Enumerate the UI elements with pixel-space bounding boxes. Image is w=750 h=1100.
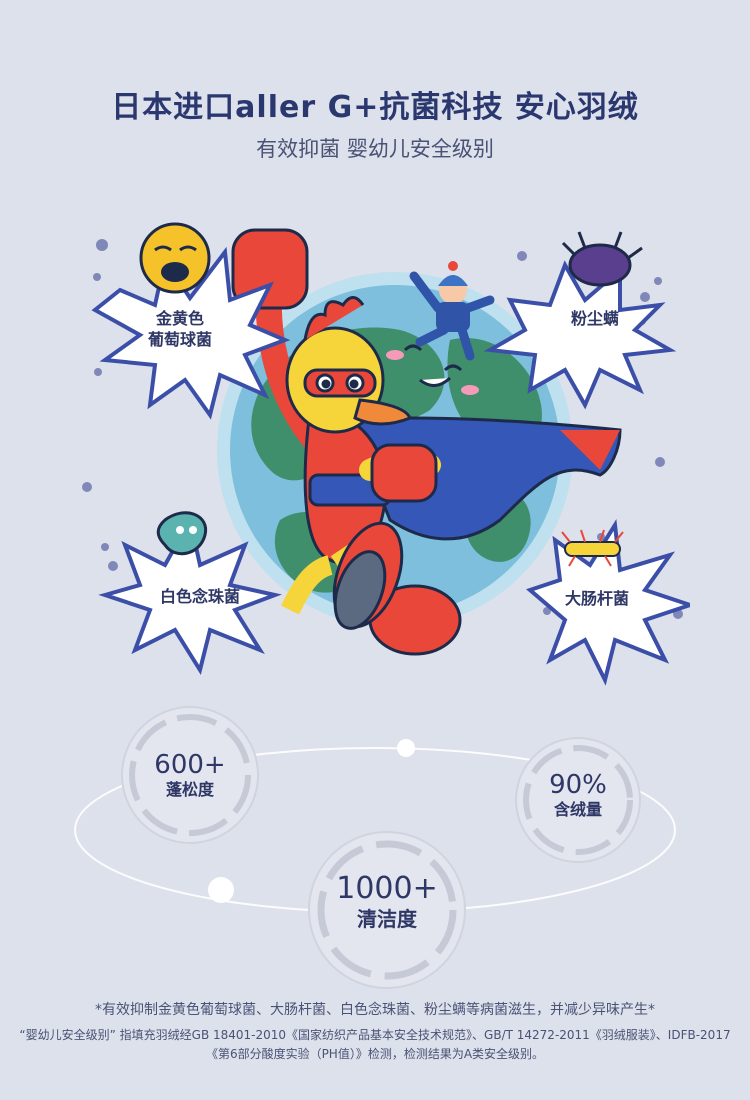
stat-cleanliness: 1000+ 清洁度 (312, 872, 462, 932)
stat-down-content: 90% 含绒量 (518, 770, 638, 820)
bacteria-label-staph: 金黄色 葡萄球菌 (130, 308, 230, 350)
globe-cheek (386, 350, 404, 360)
page-subtitle: 有效抑菌 婴幼儿安全级别 (256, 137, 494, 161)
bacteria-label-staph-line1: 金黄色 (155, 309, 204, 328)
hero-illustration-graphic (82, 222, 697, 686)
bacteria-label-candida-text: 白色念珠菌 (159, 587, 240, 606)
stats-section: 600+ 蓬松度 90% 含绒量 1000+ 清洁度 (0, 700, 750, 1000)
stat-down-content-label: 含绒量 (553, 800, 602, 819)
bacteria-label-dust-mite-text: 粉尘螨 (570, 309, 619, 328)
stat-cleanliness-value: 1000+ (336, 871, 438, 906)
stat-cleanliness-label: 清洁度 (357, 907, 417, 931)
stats-orbit-graphic (74, 706, 676, 989)
stat-loft-label: 蓬松度 (165, 780, 214, 799)
stat-down-content-value: 90% (549, 770, 607, 800)
footnotes: *有效抑制金黄色葡萄球菌、大肠杆菌、白色念珠菌、粉尘螨等病菌滋生，并减少异味产生… (0, 1000, 750, 1064)
orbit-dot (208, 877, 234, 903)
stat-loft: 600+ 蓬松度 (130, 750, 250, 800)
bacteria-label-ecoli: 大肠杆菌 (542, 588, 652, 609)
footnote-standard: “婴幼儿安全级别” 指填充羽绒经GB 18401-2010《国家纺织产品基本安全… (19, 1028, 731, 1061)
bacteria-label-ecoli-text: 大肠杆菌 (564, 589, 629, 608)
page-title: 日本进口aller G+抗菌科技 安心羽绒 (111, 90, 639, 125)
footnote-claim: *有效抑制金黄色葡萄球菌、大肠杆菌、白色念珠菌、粉尘螨等病菌滋生，并减少异味产生… (95, 1002, 655, 1018)
stat-loft-value: 600+ (154, 750, 226, 780)
bacteria-label-candida: 白色念珠菌 (140, 586, 260, 607)
hero-illustration: 金黄色 葡萄球菌 粉尘螨 白色念珠菌 大肠杆菌 (60, 190, 697, 690)
bacteria-label-dust-mite: 粉尘螨 (540, 308, 650, 329)
orbit-dot (397, 739, 415, 757)
bacteria-label-staph-line2: 葡萄球菌 (147, 330, 212, 349)
